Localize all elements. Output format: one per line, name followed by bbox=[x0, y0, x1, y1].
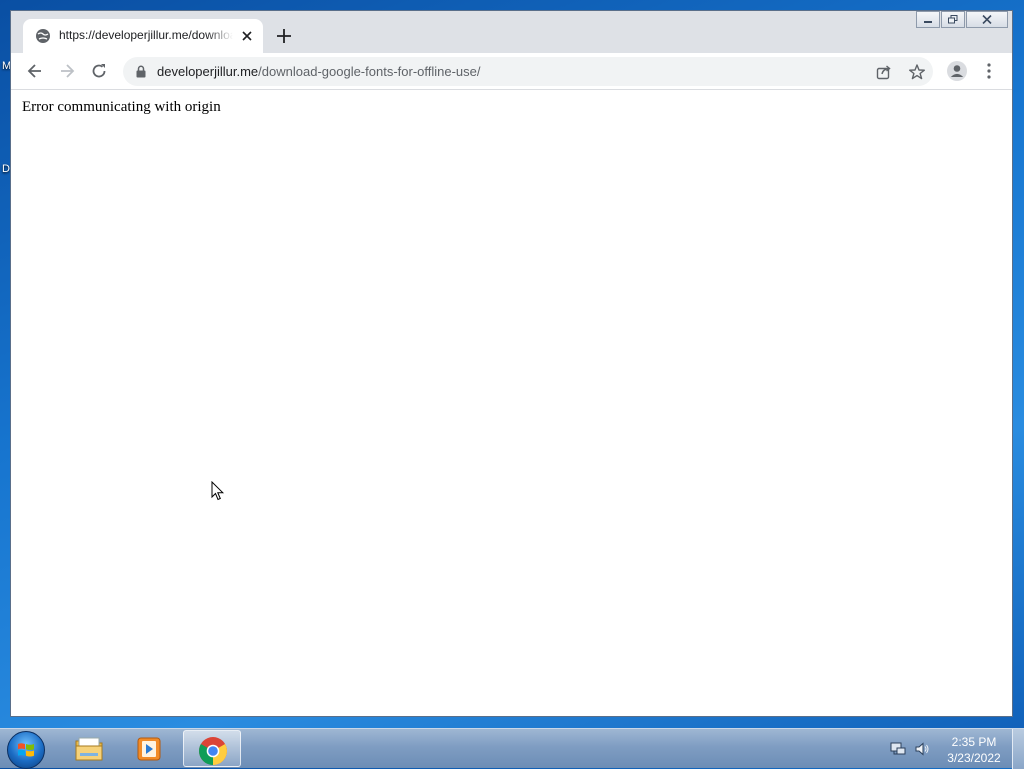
system-clock[interactable]: 2:35 PM 3/23/2022 bbox=[936, 734, 1012, 766]
windows-logo-icon bbox=[18, 743, 34, 757]
back-arrow-icon[interactable] bbox=[25, 61, 45, 81]
clock-time: 2:35 PM bbox=[951, 735, 997, 749]
url-host: developerjillur.me bbox=[157, 64, 259, 79]
start-button[interactable] bbox=[7, 731, 45, 769]
close-tab-icon[interactable] bbox=[239, 28, 255, 44]
error-message: Error communicating with origin bbox=[22, 99, 221, 115]
page-content: Error communicating with origin bbox=[11, 90, 1012, 716]
url-text[interactable]: developerjillur.me/download-google-fonts… bbox=[157, 64, 481, 79]
forward-arrow-icon[interactable] bbox=[57, 61, 77, 81]
taskbar-media-player[interactable] bbox=[120, 730, 178, 767]
show-desktop-button[interactable] bbox=[1012, 729, 1024, 769]
network-icon[interactable] bbox=[890, 741, 906, 757]
volume-icon[interactable] bbox=[914, 741, 930, 757]
reload-icon[interactable] bbox=[89, 61, 109, 81]
desktop-icon-label-fragment[interactable]: D bbox=[2, 163, 10, 175]
taskbar: 2:35 PM 3/23/2022 bbox=[0, 728, 1024, 769]
bookmark-star-icon[interactable] bbox=[908, 63, 926, 81]
lock-icon[interactable] bbox=[135, 65, 147, 78]
browser-window: https://developerjillur.me/download-goog… bbox=[10, 10, 1013, 717]
clock-date: 3/23/2022 bbox=[947, 751, 1001, 765]
taskbar-explorer[interactable] bbox=[60, 730, 118, 767]
tab-title: https://developerjillur.me/download-goog… bbox=[59, 28, 233, 42]
browser-tab[interactable]: https://developerjillur.me/download-goog… bbox=[23, 19, 263, 53]
minimize-icon bbox=[924, 21, 932, 23]
globe-icon bbox=[36, 29, 50, 43]
windows-explorer-icon bbox=[75, 737, 103, 761]
address-bar[interactable]: developerjillur.me/download-google-fonts… bbox=[123, 57, 933, 86]
browser-toolbar: developerjillur.me/download-google-fonts… bbox=[11, 53, 1012, 90]
close-icon bbox=[982, 15, 992, 24]
kebab-menu-icon[interactable] bbox=[979, 61, 999, 81]
chrome-icon bbox=[199, 737, 227, 765]
close-window-button[interactable] bbox=[966, 11, 1008, 28]
profile-avatar-icon[interactable] bbox=[946, 60, 968, 82]
minimize-button[interactable] bbox=[916, 11, 940, 28]
media-player-icon bbox=[137, 737, 161, 761]
taskbar-chrome[interactable] bbox=[183, 730, 241, 767]
url-path: /download-google-fonts-for-offline-use/ bbox=[258, 64, 481, 79]
new-tab-icon[interactable] bbox=[275, 27, 293, 45]
restore-button[interactable] bbox=[941, 11, 965, 28]
tab-strip: https://developerjillur.me/download-goog… bbox=[11, 11, 1012, 53]
mouse-cursor-icon bbox=[211, 481, 225, 501]
share-icon[interactable] bbox=[875, 63, 893, 81]
restore-icon bbox=[948, 15, 958, 24]
